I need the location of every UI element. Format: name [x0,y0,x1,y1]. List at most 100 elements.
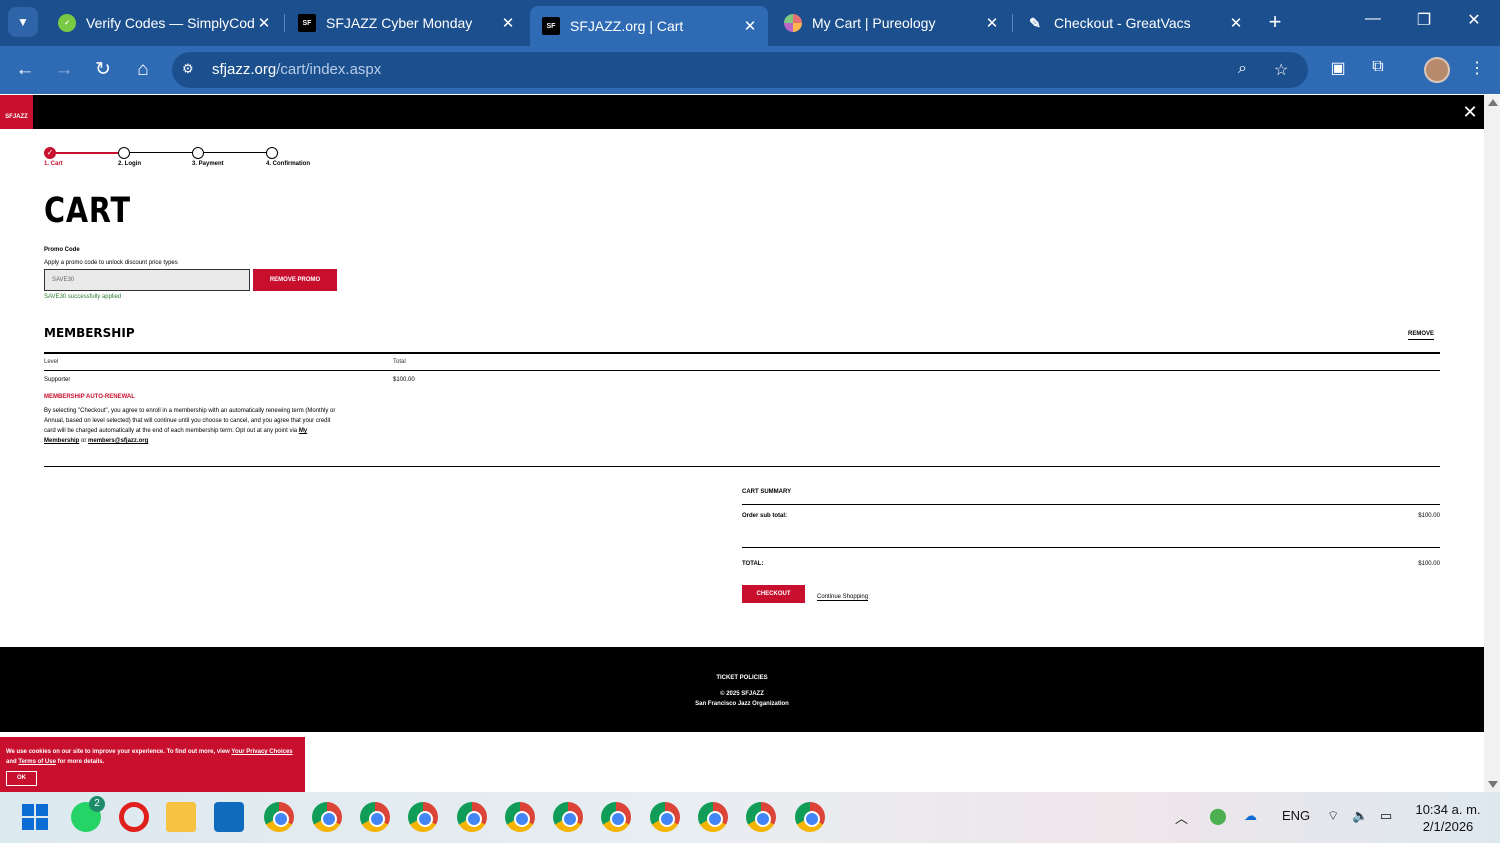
profile-avatar[interactable] [1424,57,1450,83]
windows-taskbar: 2 ︿ ⬤ ☁ ENG ⌔ 🔈 ▭ 10:34 a. m. 2/1/2026 [0,792,1500,843]
simplycodes-favicon-icon: ✓ [58,14,76,32]
sfjazz-favicon-icon: SF [542,17,560,35]
scroll-down-arrow-icon[interactable] [1488,781,1498,788]
reload-icon[interactable]: ↻ [90,58,116,82]
bookmark-star-icon[interactable]: ☆ [1274,60,1288,80]
tab-sfjazz-cyber-monday[interactable]: SF SFJAZZ Cyber Monday ✕ [286,6,526,40]
tab-sfjazz-cart[interactable]: SF SFJAZZ.org | Cart ✕ [530,6,768,46]
page-scrollbar[interactable] [1484,95,1500,792]
close-icon[interactable]: ✕ [1226,14,1246,32]
step-label-confirmation: 4. Confirmation [266,161,311,167]
language-indicator[interactable]: ENG [1282,808,1310,823]
auto-renewal-heading: MEMBERSHIP AUTO-RENEWAL [44,394,135,400]
chrome-icon[interactable] [553,802,583,832]
cookie-ok-button[interactable]: OK [6,771,37,786]
tab-title: Checkout - GreatVacs [1054,15,1191,31]
chrome-icon[interactable] [698,802,728,832]
browser-tab-strip: ▼ ✓ Verify Codes — SimplyCodes ✕ SF SFJA… [0,0,1500,46]
chrome-icon[interactable] [505,802,535,832]
forward-icon[interactable]: → [51,58,77,82]
url-text: sfjazz.org/cart/index.aspx [212,61,382,78]
ticket-policies-link[interactable]: TICKET POLICIES [0,675,1484,681]
step-label-login: 2. Login [118,161,141,167]
close-icon[interactable]: ✕ [1462,102,1478,123]
chrome-icon[interactable] [408,802,438,832]
continue-shopping-link[interactable]: Continue Shopping [817,594,869,601]
tray-app-icon[interactable]: ⬤ [1209,806,1227,826]
total-label: TOTAL: [742,561,764,567]
page-viewport: SFJAZZ ✕ ✓ 1. Cart 2. Login 3. Payment 4… [0,95,1484,792]
back-icon[interactable]: ← [12,58,38,82]
sfjazz-logo[interactable]: SFJAZZ [0,95,33,129]
chrome-icon[interactable] [360,802,390,832]
chrome-icon[interactable] [312,802,342,832]
tab-groups-icon[interactable]: ▣ [1325,58,1351,78]
chrome-icon[interactable] [601,802,631,832]
home-icon[interactable]: ⌂ [130,58,156,82]
privacy-choices-link[interactable]: Your Privacy Choices [231,749,292,755]
wifi-icon[interactable]: ⌔ [1327,808,1339,824]
window-close-icon[interactable]: ✕ [1459,10,1489,30]
divider [44,370,1440,371]
opera-icon[interactable] [119,802,149,832]
tab-title: SFJAZZ Cyber Monday [326,15,473,31]
chrome-icon[interactable] [795,802,825,832]
close-icon[interactable]: ✕ [498,14,518,32]
zoom-icon[interactable]: ⌕ [1238,60,1247,78]
divider [742,504,1440,505]
column-header-total: Total [393,359,406,365]
remove-membership-link[interactable]: REMOVE [1408,331,1435,340]
tab-greatvacs[interactable]: ✎ Checkout - GreatVacs ✕ [1014,6,1254,40]
terms-of-use-link[interactable]: Terms of Use [18,759,56,765]
extensions-icon[interactable]: ⧉ [1365,58,1391,76]
clock-date: 2/1/2026 [1422,819,1474,834]
subtotal-value: $100.00 [1418,513,1440,519]
chrome-icon[interactable] [457,802,487,832]
organization-name: San Francisco Jazz Organization [695,701,789,707]
membership-heading: MEMBERSHIP [44,326,135,340]
column-header-level: Level [44,359,59,365]
close-icon[interactable]: ✕ [740,17,760,35]
promo-code-help: Apply a promo code to unlock discount pr… [44,260,178,266]
checkout-button[interactable]: CHECKOUT [742,585,805,603]
promo-code-input[interactable]: SAVE30 [44,269,250,291]
windows-start-icon[interactable] [22,804,49,831]
close-icon[interactable]: ✕ [254,14,274,32]
cookie-banner: We use cookies on our site to improve yo… [0,737,305,792]
remove-promo-button[interactable]: REMOVE PROMO [253,269,337,291]
new-tab-button[interactable]: + [1262,10,1288,36]
step-label-cart: 1. Cart [44,161,63,167]
tab-search-button[interactable]: ▼ [8,7,38,37]
step-circle-icon [266,147,278,159]
minimize-icon[interactable]: — [1358,10,1388,28]
checkout-steps: ✓ 1. Cart 2. Login 3. Payment 4. Confirm… [44,147,344,171]
tab-title: SFJAZZ.org | Cart [570,18,684,34]
members-email-link[interactable]: members@sfjazz.org [88,438,148,444]
file-explorer-icon[interactable] [166,802,196,832]
sfjazz-favicon-icon: SF [298,14,316,32]
scroll-up-arrow-icon[interactable] [1488,99,1498,106]
address-bar[interactable]: ⚙ sfjazz.org/cart/index.aspx ⌕ ☆ [172,52,1308,88]
whatsapp-icon[interactable]: 2 [71,796,105,832]
battery-icon[interactable]: ▭ [1380,808,1392,824]
outlook-icon[interactable] [214,802,244,832]
site-header: SFJAZZ ✕ [0,95,1484,129]
chrome-icon[interactable] [650,802,680,832]
menu-kebab-icon[interactable]: ⋮ [1464,58,1490,78]
show-hidden-icons-chevron-icon[interactable]: ︿ [1175,808,1188,827]
chrome-icon[interactable] [746,802,776,832]
volume-icon[interactable]: 🔈 [1352,808,1368,824]
restore-icon[interactable]: ❐ [1409,10,1439,30]
chrome-icon[interactable] [264,802,294,832]
close-icon[interactable]: ✕ [982,14,1002,32]
cart-summary-heading: CART SUMMARY [742,489,792,495]
tab-simplycodes[interactable]: ✓ Verify Codes — SimplyCodes ✕ [46,6,282,40]
divider [742,547,1440,548]
site-info-icon[interactable]: ⚙ [182,61,200,79]
copyright: © 2025 SFJAZZ [720,691,764,697]
chevron-down-icon: ▼ [17,15,29,29]
clock[interactable]: 10:34 a. m. 2/1/2026 [1408,801,1488,835]
tab-pureology[interactable]: My Cart | Pureology ✕ [772,6,1010,40]
promo-code-label: Promo Code [44,247,80,253]
onedrive-cloud-icon[interactable]: ☁ [1244,808,1257,824]
